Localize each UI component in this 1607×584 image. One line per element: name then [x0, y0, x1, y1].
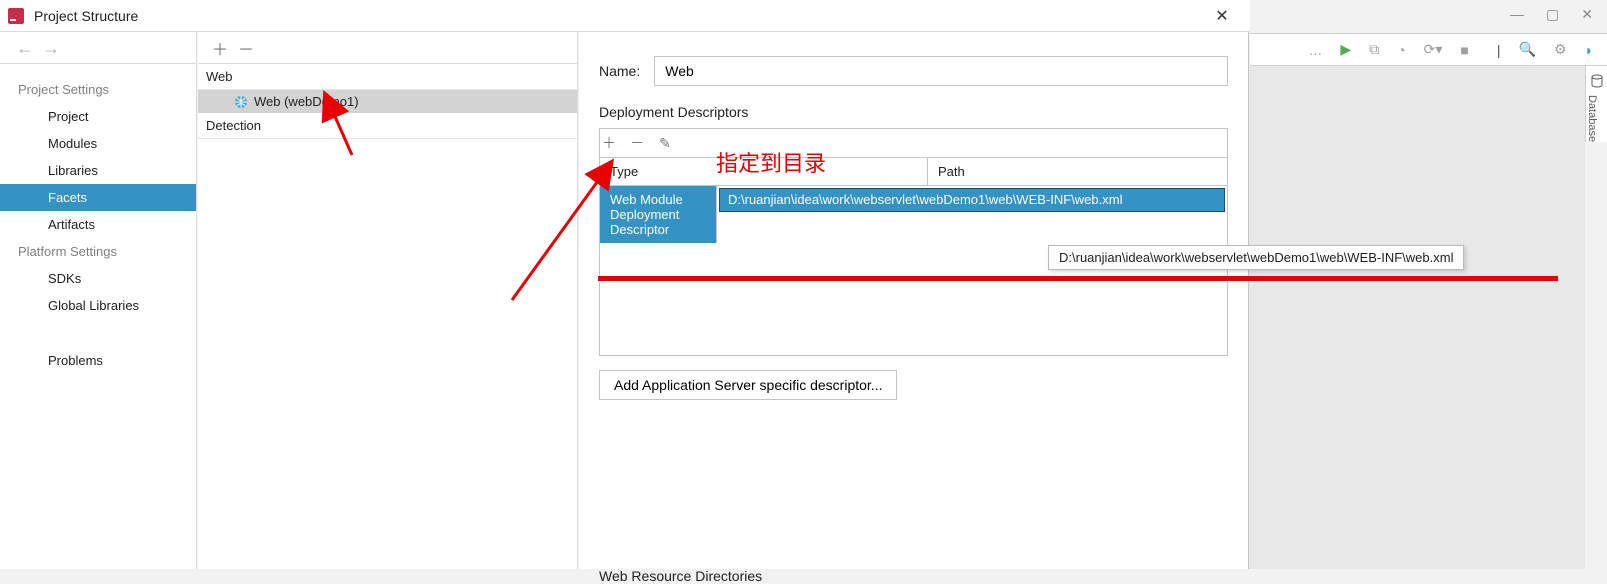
- facets-tree: Web Web (webDemo1) Detection: [198, 64, 578, 569]
- database-icon: [1590, 74, 1604, 88]
- add-facet-icon[interactable]: ＋: [212, 36, 228, 60]
- tree-node-detection[interactable]: Detection: [198, 113, 577, 139]
- settings-sidebar: Project Settings Project Modules Librari…: [0, 64, 197, 569]
- close-main-icon[interactable]: ✕: [1581, 6, 1593, 23]
- dialog-title: Project Structure: [34, 8, 1202, 24]
- nav-back-forward: ← →: [0, 32, 197, 64]
- path-tooltip: D:\ruanjian\idea\work\webservlet\webDemo…: [1048, 245, 1464, 270]
- tree-node-web[interactable]: Web: [198, 64, 577, 90]
- sidebar-item-global-libs[interactable]: Global Libraries: [0, 292, 196, 319]
- dd-add-icon[interactable]: ＋: [602, 133, 616, 153]
- dd-remove-icon[interactable]: －: [630, 133, 644, 153]
- sidebar-item-modules[interactable]: Modules: [0, 130, 196, 157]
- editor-gray-area: [1249, 66, 1585, 569]
- database-tab-label: Database: [1586, 95, 1598, 142]
- dialog-titlebar: Project Structure ✕: [0, 0, 1250, 32]
- ellipsis-icon[interactable]: …: [1308, 42, 1322, 58]
- dd-header: Deployment Descriptors: [599, 104, 1228, 120]
- annotation-underline: [598, 276, 1558, 281]
- wr-header: Web Resource Directories: [599, 568, 1228, 584]
- facets-toolbar: ＋ －: [198, 32, 578, 64]
- dd-toolbar: ＋ － ✎: [599, 128, 1228, 157]
- dd-row-type: Web Module Deployment Descriptor: [600, 186, 717, 243]
- add-server-descriptor-button[interactable]: Add Application Server specific descript…: [599, 370, 897, 400]
- sidebar-item-facets[interactable]: Facets: [0, 184, 196, 211]
- name-input[interactable]: [654, 56, 1228, 86]
- close-icon[interactable]: ✕: [1202, 6, 1242, 26]
- web-facet-icon: [234, 95, 248, 109]
- dd-col-path: Path: [928, 158, 1227, 185]
- remove-facet-icon[interactable]: －: [238, 36, 254, 60]
- database-tool-tab[interactable]: Database: [1585, 66, 1607, 142]
- run-icon[interactable]: ▶: [1340, 41, 1351, 58]
- maximize-icon[interactable]: ▢: [1546, 6, 1559, 23]
- dd-edit-icon[interactable]: ✎: [658, 135, 672, 152]
- intellij-icon: [8, 8, 24, 24]
- forward-icon[interactable]: →: [42, 39, 60, 57]
- annotation-text: 指定到目录: [716, 146, 826, 178]
- profiler-icon[interactable]: ⟳▾: [1424, 41, 1443, 58]
- sidebar-item-problems[interactable]: Problems: [0, 347, 196, 374]
- sidebar-cat-project: Project Settings: [0, 76, 196, 103]
- stop-icon[interactable]: ■: [1460, 42, 1468, 58]
- facet-details: Name: Deployment Descriptors ＋ － ✎ Type …: [579, 32, 1249, 569]
- name-label: Name:: [599, 63, 640, 79]
- jetbrains-icon[interactable]: ◗: [1585, 42, 1593, 58]
- sidebar-item-sdks[interactable]: SDKs: [0, 265, 196, 292]
- main-toolbar: … ▶ ⧉ ◔ ⟳▾ ■ | 🔍 ⚙ ◗: [1250, 33, 1607, 66]
- back-icon[interactable]: ←: [16, 39, 34, 57]
- debug-icon[interactable]: ⧉: [1369, 41, 1379, 58]
- sidebar-item-project[interactable]: Project: [0, 103, 196, 130]
- sidebar-item-artifacts[interactable]: Artifacts: [0, 211, 196, 238]
- dd-row-path[interactable]: D:\ruanjian\idea\work\webservlet\webDemo…: [719, 188, 1225, 212]
- minimize-icon[interactable]: —: [1510, 6, 1524, 22]
- dd-row[interactable]: Web Module Deployment Descriptor D:\ruan…: [600, 186, 1227, 243]
- tree-node-web-child-label: Web (webDemo1): [254, 94, 359, 109]
- coverage-icon[interactable]: ◔: [1397, 42, 1405, 58]
- main-window-controls: — ▢ ✕: [1250, 0, 1607, 28]
- tree-node-web-child[interactable]: Web (webDemo1): [198, 90, 577, 113]
- sidebar-item-libraries[interactable]: Libraries: [0, 157, 196, 184]
- sidebar-cat-platform: Platform Settings: [0, 238, 196, 265]
- search-icon[interactable]: 🔍: [1519, 41, 1536, 58]
- settings-icon[interactable]: ⚙: [1554, 41, 1567, 58]
